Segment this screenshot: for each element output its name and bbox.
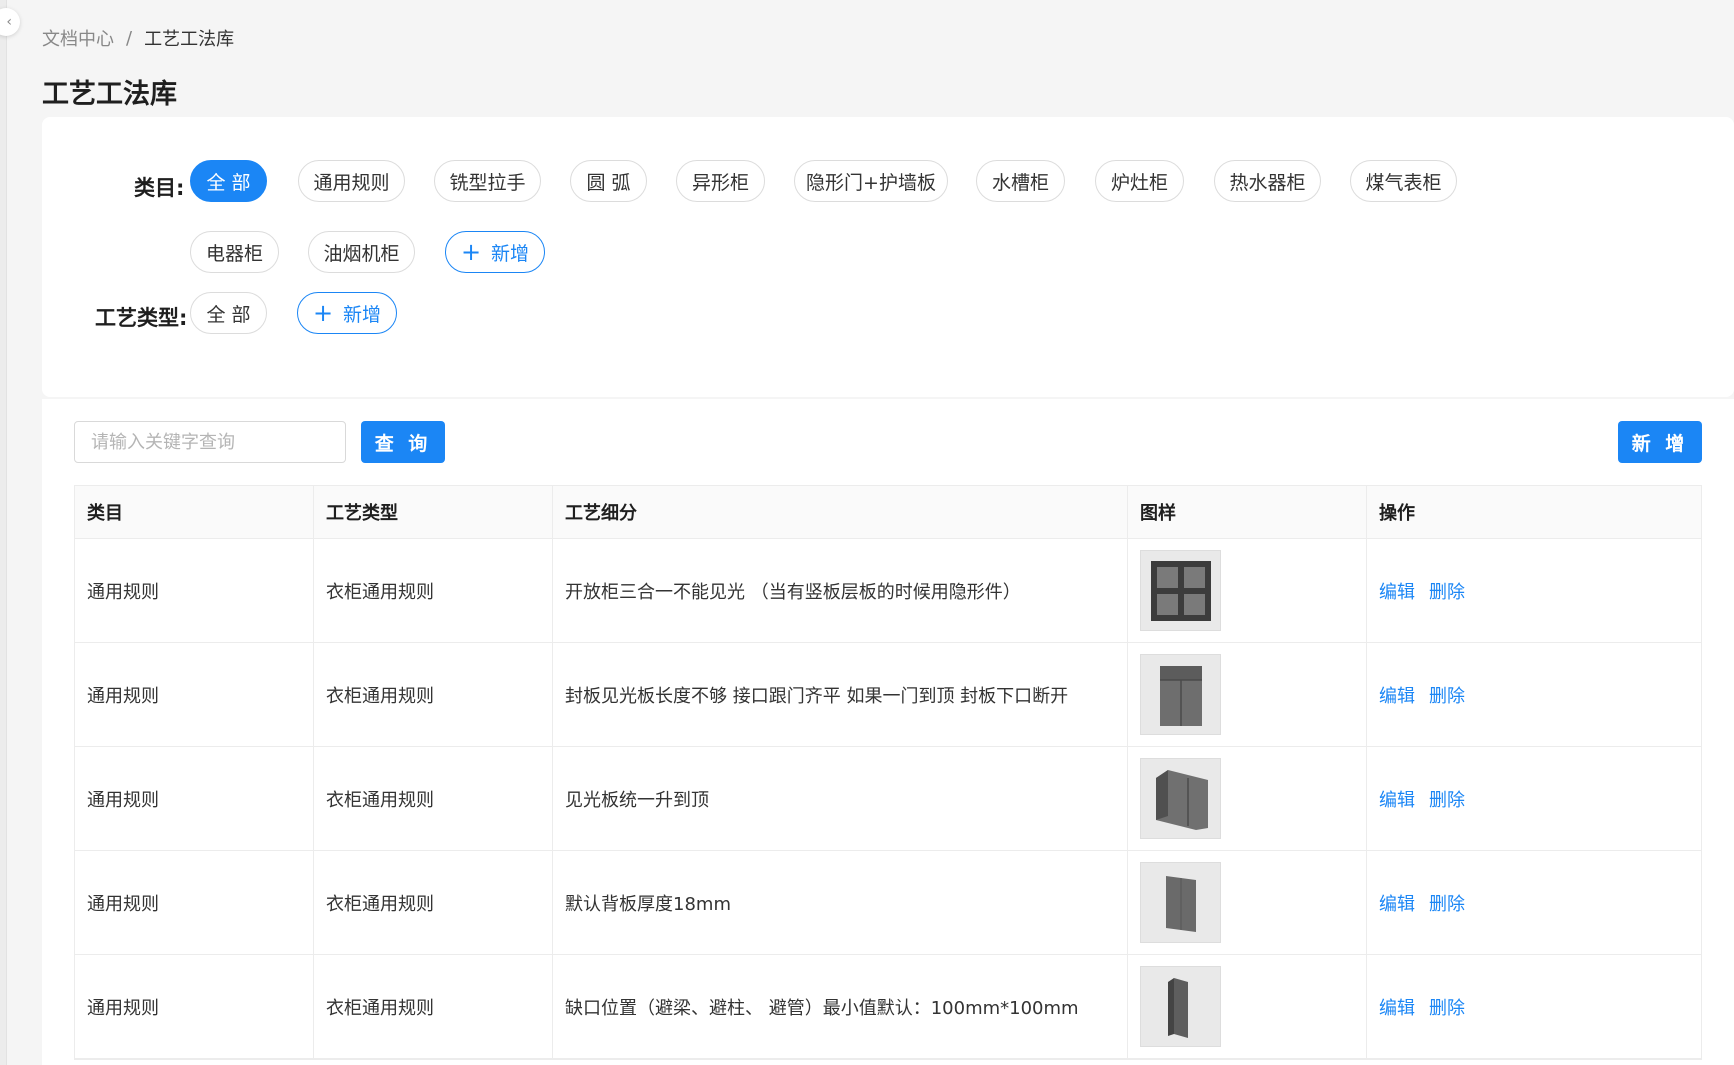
cell-category: 通用规则 xyxy=(75,747,314,850)
type-filter-label: 工艺类型: xyxy=(95,306,188,330)
tall-wardrobe-icon xyxy=(1159,665,1202,726)
cell-category: 通用规则 xyxy=(75,851,314,954)
category-chip-water-heater-cabinet[interactable]: 热水器柜 xyxy=(1214,160,1321,202)
table-row: 通用规则 衣柜通用规则 封板见光板长度不够 接口跟门齐平 如果一门到顶 封板下口… xyxy=(75,643,1701,747)
add-category-button[interactable]: + 新增 xyxy=(445,231,545,273)
side-panel-cabinet-thumbnail[interactable] xyxy=(1140,758,1221,839)
category-chip-hood-cabinet[interactable]: 油烟机柜 xyxy=(308,231,415,273)
cell-detail: 开放柜三合一不能见光 （当有竖板层板的时候用隐形件） xyxy=(553,539,1128,642)
cell-category: 通用规则 xyxy=(75,539,314,642)
cell-image xyxy=(1128,643,1367,746)
add-record-button[interactable]: 新 增 xyxy=(1618,421,1702,463)
breadcrumb: 文档中心 / 工艺工法库 xyxy=(42,25,234,51)
table-row: 通用规则 衣柜通用规则 默认背板厚度18mm 编辑 删除 xyxy=(75,851,1701,955)
notched-panel-thumbnail[interactable] xyxy=(1140,966,1221,1047)
table-row: 通用规则 衣柜通用规则 开放柜三合一不能见光 （当有竖板层板的时候用隐形件） 编… xyxy=(75,539,1701,643)
category-chip-appliance-cabinet[interactable]: 电器柜 xyxy=(190,231,279,273)
cell-image xyxy=(1128,851,1367,954)
category-chip-gas-meter-cabinet[interactable]: 煤气表柜 xyxy=(1350,160,1457,202)
cell-type: 衣柜通用规则 xyxy=(314,643,553,746)
edit-link[interactable]: 编辑 xyxy=(1379,994,1415,1020)
query-button[interactable]: 查 询 xyxy=(361,421,445,463)
category-filter-label: 类目: xyxy=(134,176,185,200)
category-chip-milled-handle[interactable]: 铣型拉手 xyxy=(434,160,541,202)
cell-detail: 默认背板厚度18mm xyxy=(553,851,1128,954)
cell-category: 通用规则 xyxy=(75,643,314,746)
edit-link[interactable]: 编辑 xyxy=(1379,890,1415,916)
category-chip-all[interactable]: 全 部 xyxy=(190,160,267,202)
plus-icon: + xyxy=(312,299,334,327)
add-category-label: 新增 xyxy=(491,242,530,265)
cell-actions: 编辑 删除 xyxy=(1367,539,1701,642)
page-title: 工艺工法库 xyxy=(42,79,177,110)
cell-type: 衣柜通用规则 xyxy=(314,851,553,954)
column-header-image: 图样 xyxy=(1128,486,1367,538)
column-header-actions: 操作 xyxy=(1379,503,1415,524)
cell-type: 衣柜通用规则 xyxy=(314,539,553,642)
delete-link[interactable]: 删除 xyxy=(1429,994,1465,1020)
breadcrumb-current: 工艺工法库 xyxy=(144,29,235,50)
open-cabinet-icon xyxy=(1150,560,1211,621)
open-cabinet-thumbnail[interactable] xyxy=(1140,550,1221,631)
cell-image xyxy=(1128,955,1367,1058)
column-header-detail: 工艺细分 xyxy=(553,486,1128,538)
add-type-button[interactable]: + 新增 xyxy=(297,292,397,334)
cell-actions: 编辑 删除 xyxy=(1367,747,1701,850)
category-chip-special-shape[interactable]: 异形柜 xyxy=(676,160,765,202)
notched-panel-icon xyxy=(1167,977,1188,1038)
breadcrumb-separator: / xyxy=(126,27,133,49)
cell-detail: 缺口位置（避梁、避柱、 避管）最小值默认：100mm*100mm xyxy=(553,955,1128,1058)
delete-link[interactable]: 删除 xyxy=(1429,578,1465,604)
category-chip-hidden-door[interactable]: 隐形门+护墙板 xyxy=(794,160,948,202)
column-header-type: 工艺类型 xyxy=(314,486,553,538)
cell-type: 衣柜通用规则 xyxy=(314,747,553,850)
table-row: 通用规则 衣柜通用规则 缺口位置（避梁、避柱、 避管）最小值默认：100mm*1… xyxy=(75,955,1701,1059)
collapse-sidebar-button[interactable]: ‹ xyxy=(0,8,20,36)
delete-link[interactable]: 删除 xyxy=(1429,890,1465,916)
edit-link[interactable]: 编辑 xyxy=(1379,786,1415,812)
table-row: 通用规则 衣柜通用规则 见光板统一升到顶 编辑 删除 xyxy=(75,747,1701,851)
chevron-left-icon: ‹ xyxy=(6,14,12,30)
type-chip-all[interactable]: 全 部 xyxy=(190,292,267,334)
delete-link[interactable]: 删除 xyxy=(1429,682,1465,708)
cell-actions: 编辑 删除 xyxy=(1367,643,1701,746)
left-rail xyxy=(0,0,7,1065)
category-chip-sink-cabinet[interactable]: 水槽柜 xyxy=(976,160,1065,202)
process-table: 类目 工艺类型 工艺细分 图样 操作 通用规则 衣柜通用规则 开放柜三合一不能见… xyxy=(74,485,1702,1060)
delete-link[interactable]: 删除 xyxy=(1429,786,1465,812)
filter-panel: 类目: 全 部 通用规则 铣型拉手 圆 弧 异形柜 隐形门+护墙板 水槽柜 炉灶… xyxy=(42,117,1734,397)
cell-image xyxy=(1128,539,1367,642)
category-chip-general-rules[interactable]: 通用规则 xyxy=(298,160,405,202)
category-chip-arc[interactable]: 圆 弧 xyxy=(570,160,647,202)
back-panel-thumbnail[interactable] xyxy=(1140,862,1221,943)
back-panel-icon xyxy=(1165,875,1196,932)
cell-category: 通用规则 xyxy=(75,955,314,1058)
breadcrumb-root[interactable]: 文档中心 xyxy=(42,25,114,51)
table-header: 类目 工艺类型 工艺细分 图样 操作 xyxy=(75,486,1701,539)
list-panel: 查 询 新 增 类目 工艺类型 工艺细分 图样 操作 通用规则 衣柜通用规则 开… xyxy=(42,399,1734,1065)
cell-detail: 封板见光板长度不够 接口跟门齐平 如果一门到顶 封板下口断开 xyxy=(553,643,1128,746)
cell-image xyxy=(1128,747,1367,850)
edit-link[interactable]: 编辑 xyxy=(1379,578,1415,604)
cell-actions: 编辑 删除 xyxy=(1367,955,1701,1058)
category-chip-stove-cabinet[interactable]: 炉灶柜 xyxy=(1095,160,1184,202)
side-panel-cabinet-icon xyxy=(1155,769,1208,830)
plus-icon: + xyxy=(460,238,482,266)
column-header-category: 类目 xyxy=(75,486,314,538)
cell-actions: 编辑 删除 xyxy=(1367,851,1701,954)
cell-detail: 见光板统一升到顶 xyxy=(553,747,1128,850)
add-type-label: 新增 xyxy=(343,303,382,326)
tall-wardrobe-thumbnail[interactable] xyxy=(1140,654,1221,735)
cell-type: 衣柜通用规则 xyxy=(314,955,553,1058)
edit-link[interactable]: 编辑 xyxy=(1379,682,1415,708)
search-input[interactable] xyxy=(74,421,346,463)
